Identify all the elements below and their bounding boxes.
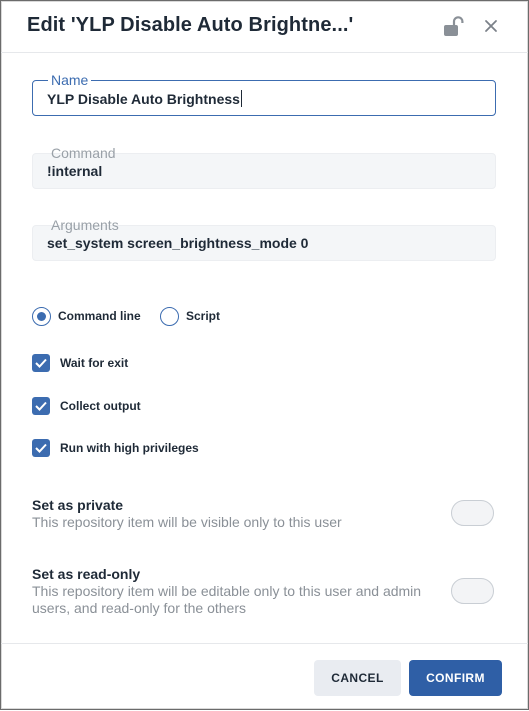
script-label[interactable]: Script [186, 309, 220, 323]
collect-output-label[interactable]: Collect output [60, 399, 141, 413]
name-field[interactable]: Name YLP Disable Auto Brightness [32, 73, 496, 116]
confirm-button[interactable]: CONFIRM [409, 660, 502, 696]
private-toggle[interactable] [451, 500, 494, 526]
command-field[interactable]: Command !internal [32, 146, 496, 189]
readonly-toggle[interactable] [451, 578, 494, 604]
private-setting-title: Set as private [32, 497, 124, 513]
wait-for-exit-label[interactable]: Wait for exit [60, 356, 128, 370]
readonly-setting-description: This repository item will be editable on… [32, 583, 422, 616]
high-privileges-label[interactable]: Run with high privileges [60, 441, 199, 455]
name-input[interactable]: YLP Disable Auto Brightness [47, 90, 242, 107]
command-line-label[interactable]: Command line [58, 309, 141, 323]
readonly-setting-title: Set as read-only [32, 566, 141, 582]
close-icon[interactable] [480, 15, 502, 37]
command-line-radio[interactable] [32, 307, 51, 326]
wait-for-exit-checkbox[interactable] [32, 354, 50, 372]
unlock-icon[interactable] [441, 15, 467, 39]
dialog-title: Edit 'YLP Disable Auto Brightne...' [27, 14, 354, 36]
arguments-input[interactable]: set_system screen_brightness_mode 0 [47, 235, 308, 251]
script-radio[interactable] [160, 307, 179, 326]
name-label: Name [48, 73, 92, 87]
cancel-button[interactable]: CANCEL [314, 660, 401, 696]
arguments-label: Arguments [51, 217, 119, 233]
collect-output-checkbox[interactable] [32, 397, 50, 415]
dialog-header: Edit 'YLP Disable Auto Brightne...' [1, 1, 528, 53]
high-privileges-checkbox[interactable] [32, 439, 50, 457]
private-setting-description: This repository item will be visible onl… [32, 514, 342, 530]
command-label: Command [51, 145, 116, 161]
command-input[interactable]: !internal [47, 163, 102, 179]
dialog-footer: CANCEL CONFIRM [1, 643, 528, 711]
arguments-field[interactable]: Arguments set_system screen_brightness_m… [32, 218, 496, 261]
edit-dialog: Edit 'YLP Disable Auto Brightne...' Name… [0, 0, 529, 710]
